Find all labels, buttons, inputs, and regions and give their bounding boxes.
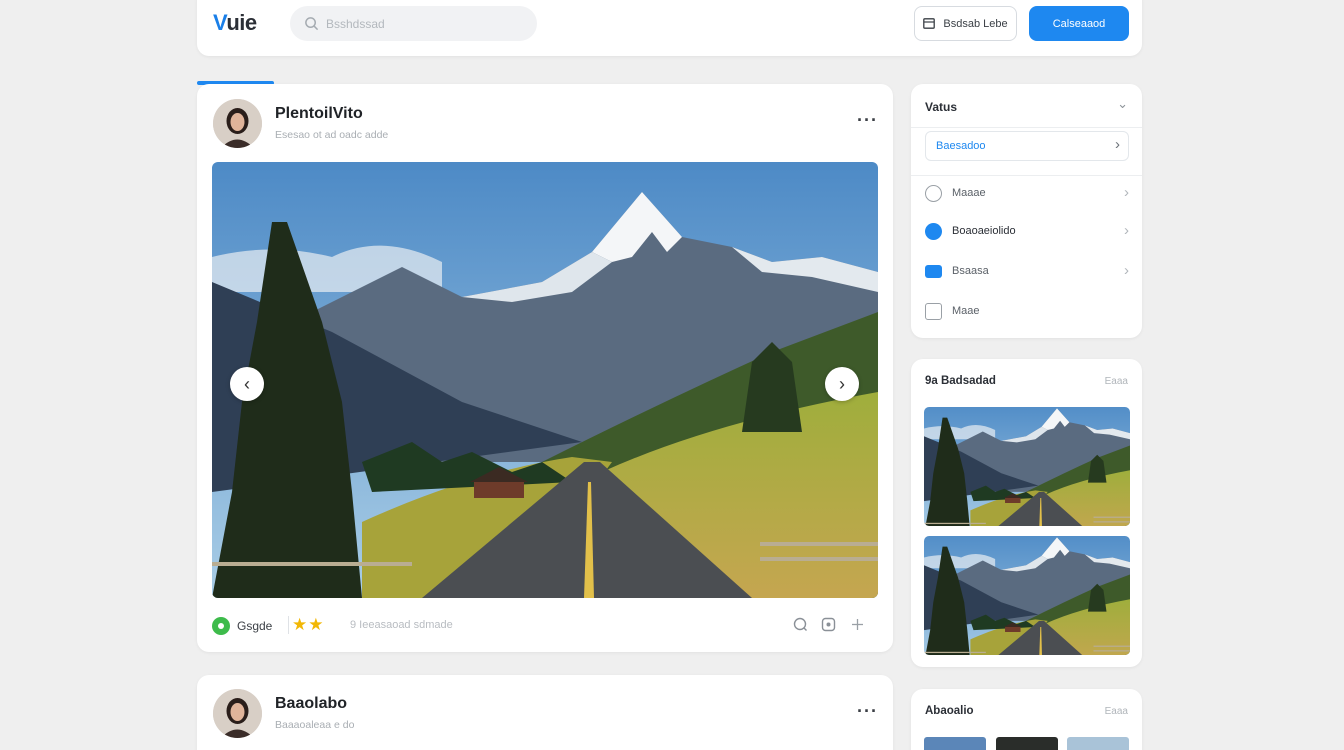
star-rating[interactable]: ★★ [292,615,324,635]
search-input[interactable] [326,6,526,41]
gallery-card-2: Abaoalio Eaaa [911,689,1142,750]
post-subtitle-2: Baaaoaleaa e do [275,719,355,731]
gallery-thumbnail[interactable] [924,536,1130,655]
menu-item-label: Maae [952,305,980,317]
menu-item-0[interactable]: Maaae › [925,182,1129,206]
more-options-icon-2[interactable]: ··· [857,701,878,722]
menu-item-active[interactable]: Baesadoo › [925,131,1129,161]
chevron-right-icon: › [1124,184,1129,201]
menu-item-2[interactable]: Bsaasa › [925,260,1129,284]
bookmark-icon[interactable] [819,617,837,635]
top-header: Vuie Bsdsab Lebe Calseaaod [197,0,1142,56]
menu-divider [911,127,1142,128]
mini-thumbnail[interactable] [996,737,1058,750]
gallery-title: 9a Badsadad [925,375,996,387]
menu-item-3[interactable]: Maae [925,300,1129,324]
post-card: PlentoilVito Esesao ot ad oadc adde ··· … [197,84,893,652]
clock-icon [925,185,942,202]
chevron-right-icon: › [1124,222,1129,239]
mountain-landscape-image [212,162,878,598]
gallery2-title: Abaoalio [925,705,974,717]
online-status-icon [212,617,230,635]
chevron-down-icon[interactable]: ⌄ [1117,96,1128,112]
post-author-name-2[interactable]: Baaolabo [275,695,347,713]
avatar-2[interactable] [213,689,262,738]
gallery2-see-all-link[interactable]: Eaaa [1105,706,1128,717]
more-options-icon[interactable]: ··· [857,110,878,131]
thumbnail-image [924,536,1130,655]
post-author-name[interactable]: PlentoilVito [275,105,363,123]
chevron-right-icon: › [1115,136,1120,153]
chevron-left-icon: ‹ [244,373,250,394]
outline-button[interactable]: Bsdsab Lebe [914,6,1017,41]
footer-divider [288,616,289,634]
mini-thumbnail[interactable] [924,737,986,750]
gallery-thumbnail[interactable] [924,407,1130,526]
carousel-next-button[interactable]: › [825,367,859,401]
search-bar[interactable] [290,6,537,41]
square-icon [925,303,942,320]
outline-button-label: Bsdsab Lebe [943,17,1008,30]
menu-title[interactable]: Vatus [925,100,957,114]
app-logo[interactable]: Vuie [213,10,257,36]
add-icon[interactable] [848,617,866,635]
gallery-card: 9a Badsadad Eaaa [911,359,1142,667]
thumbnail-image [924,407,1130,526]
primary-button-label: Calseaaod [1052,17,1106,30]
avatar[interactable] [213,99,262,148]
avatar-image [213,99,262,148]
mini-thumbnail[interactable] [1067,737,1129,750]
avatar-image-2 [213,689,262,738]
comment-icon[interactable] [791,617,809,635]
calendar-icon [923,18,936,29]
primary-button[interactable]: Calseaaod [1029,6,1129,41]
menu-item-active-label: Baesadoo [936,140,986,152]
carousel-prev-button[interactable]: ‹ [230,367,264,401]
card-icon [925,265,942,278]
menu-divider [911,175,1142,176]
menu-item-1[interactable]: Boaoaeiolido › [925,220,1129,244]
menu-item-label: Maaae [952,187,986,199]
chat-icon [925,223,942,240]
chevron-right-icon: › [1124,262,1129,279]
menu-item-label: Boaoaeiolido [952,225,1016,237]
sidebar-menu: Vatus ⌄ Baesadoo › Maaae › Boaoaeiolido … [911,84,1142,338]
menu-item-label: Bsaasa [952,265,989,277]
post-photo: ‹ › [212,162,878,598]
post-card-2: Baaolabo Baaaoaleaa e do ··· [197,675,893,750]
gallery-see-all-link[interactable]: Eaaa [1105,376,1128,387]
post-subtitle: Esesao ot ad oadc adde [275,129,389,141]
footer-meta: 9 Ieeasaoad sdmade [350,619,453,631]
search-icon [305,17,319,31]
footer-label[interactable]: Gsgde [237,619,272,633]
chevron-right-icon: › [839,373,845,394]
post-footer: Gsgde ★★ 9 Ieeasaoad sdmade [212,614,878,638]
